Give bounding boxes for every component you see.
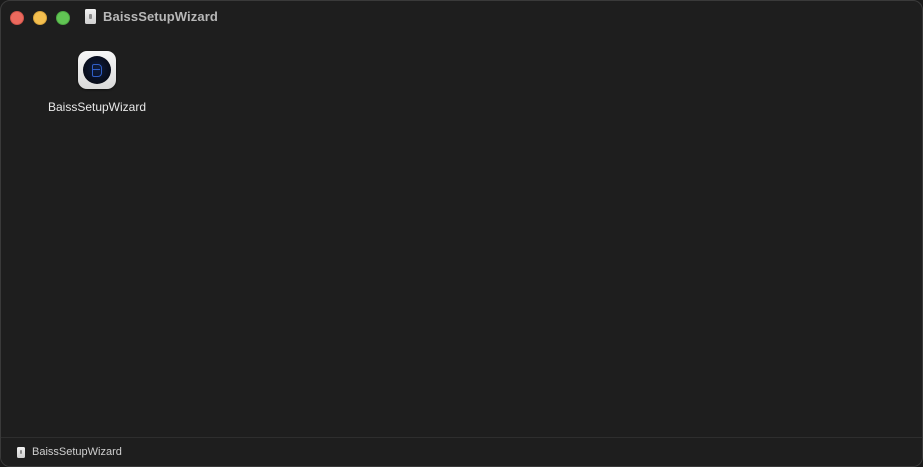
file-item-baiss-setup-wizard[interactable]: BaissSetupWizard xyxy=(37,51,157,114)
app-icon[interactable] xyxy=(78,51,116,89)
b-logo-icon xyxy=(92,63,102,77)
zoom-button[interactable] xyxy=(56,11,70,25)
minimize-button[interactable] xyxy=(33,11,47,25)
window-title: BaissSetupWizard xyxy=(103,9,218,24)
disk-image-icon xyxy=(85,9,96,24)
path-item[interactable]: BaissSetupWizard xyxy=(17,446,122,458)
path-bar: BaissSetupWizard xyxy=(1,437,922,466)
title-bar[interactable]: BaissSetupWizard xyxy=(1,1,922,35)
path-label: BaissSetupWizard xyxy=(32,446,122,458)
app-icon-badge xyxy=(83,56,111,84)
folder-content[interactable]: BaissSetupWizard xyxy=(1,35,922,438)
disk-image-icon xyxy=(17,446,25,458)
window-title-group: BaissSetupWizard xyxy=(85,9,218,24)
finder-window: BaissSetupWizard BaissSetupWizard BaissS… xyxy=(0,0,923,467)
close-button[interactable] xyxy=(10,11,24,25)
file-label[interactable]: BaissSetupWizard xyxy=(48,100,146,114)
